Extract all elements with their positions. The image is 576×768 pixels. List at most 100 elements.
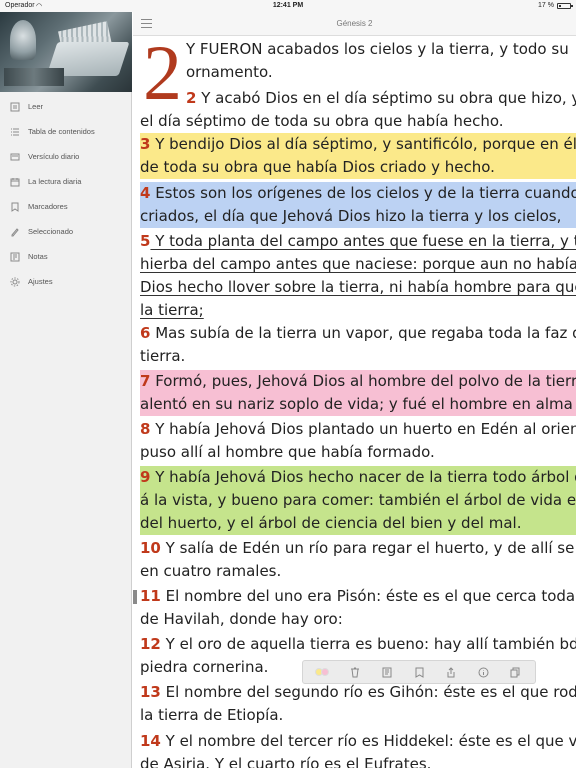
copy-icon[interactable] bbox=[504, 663, 526, 681]
cover-image bbox=[0, 12, 132, 92]
verse-10[interactable]: 10 Y salía de Edén un río para regar el … bbox=[140, 537, 576, 583]
verse-line: Y salía de Edén un río para regar el hue… bbox=[165, 539, 576, 557]
bookmark-icon bbox=[9, 201, 21, 213]
verse-number: 9 bbox=[140, 468, 151, 486]
verse-line: criados, el día que Jehová Dios hizo la … bbox=[140, 205, 576, 228]
verse-line: Formó, pues, Jehová Dios al hombre del p… bbox=[150, 372, 576, 390]
verse-7[interactable]: 7 Formó, pues, Jehová Dios al hombre del… bbox=[140, 370, 576, 416]
verse-line: Y el nombre del tercer río es Hiddekel: … bbox=[165, 732, 576, 750]
trash-icon[interactable] bbox=[344, 663, 366, 681]
verse-number: 8 bbox=[140, 420, 151, 438]
verse-line: la tierra de Etiopía. bbox=[140, 706, 284, 724]
reader-pane[interactable]: 2 Y FUERON acabados los cielos y la tier… bbox=[133, 36, 576, 768]
page-title: Génesis 2 bbox=[336, 19, 373, 28]
sidebar: Leer Tabla de contenidos Versículo diari… bbox=[0, 12, 132, 768]
verse-line: Y acabó Dios en el día séptimo su obra q… bbox=[201, 89, 576, 107]
verse-line: puso allí al hombre que había formado. bbox=[140, 443, 435, 461]
share-icon[interactable] bbox=[440, 663, 462, 681]
sidebar-item-label: La lectura diaria bbox=[28, 177, 82, 186]
sidebar-item-label: Seleccionado bbox=[28, 227, 74, 236]
sidebar-item-label: Versículo diario bbox=[28, 152, 80, 161]
notes-icon bbox=[9, 251, 21, 263]
verse-14[interactable]: 14 Y el nombre del tercer río es Hiddeke… bbox=[140, 730, 576, 768]
sidebar-item-label: Tabla de contenidos bbox=[28, 127, 95, 136]
verse-number: 4 bbox=[140, 184, 151, 202]
status-bar: Operador ◠ 12:41 PM 17 % bbox=[0, 0, 576, 12]
verse-1[interactable]: Y FUERON acabados los cielos y la tierra… bbox=[186, 38, 569, 84]
verse-line: el día séptimo de toda su obra que había… bbox=[140, 112, 504, 130]
list-icon bbox=[9, 126, 21, 138]
verse-line: del huerto, y el árbol de ciencia del bi… bbox=[140, 512, 576, 535]
verse-line: Y bendijo Dios al día séptimo, y santifi… bbox=[155, 135, 576, 153]
verse-number: 12 bbox=[140, 635, 161, 653]
verse-number: 10 bbox=[140, 539, 161, 557]
verse-number: 5 bbox=[140, 232, 151, 250]
sidebar-item-label: Notas bbox=[28, 252, 48, 261]
verse-line: tierra. bbox=[140, 347, 186, 365]
sidebar-item-notas[interactable]: Notas bbox=[0, 244, 131, 269]
sidebar-item-seleccionado[interactable]: Seleccionado bbox=[0, 219, 131, 244]
verse-line: El nombre del uno era Pisón: éste es el … bbox=[165, 587, 576, 605]
verse-line: Mas subía de la tierra un vapor, que reg… bbox=[150, 324, 576, 342]
sidebar-item-marcadores[interactable]: Marcadores bbox=[0, 194, 131, 219]
verse-number: 3 bbox=[140, 135, 151, 153]
verse-line: á la vista, y bueno para comer: también … bbox=[140, 489, 576, 512]
verse-line: alentó en su nariz soplo de vida; y fué … bbox=[140, 393, 576, 416]
verse-line: en cuatro ramales. bbox=[140, 562, 282, 580]
verse-line: Y toda planta del campo antes que fuese … bbox=[150, 232, 576, 250]
verse-number: 14 bbox=[140, 732, 161, 750]
verse-13[interactable]: 13 El nombre del segundo río es Gihón: é… bbox=[140, 681, 576, 727]
verse-8[interactable]: 8 Y había Jehová Dios plantado un huerto… bbox=[140, 418, 576, 464]
note-icon[interactable] bbox=[376, 663, 398, 681]
chapter-number: 2 bbox=[143, 36, 182, 116]
verse-line: de Asiria. Y el cuarto río es el Eufrate… bbox=[140, 755, 432, 768]
verse-number: 11 bbox=[140, 587, 161, 605]
verse-line: hierba del campo antes que naciese: porq… bbox=[140, 255, 576, 273]
verse-3[interactable]: 3 Y bendijo Dios al día séptimo, y santi… bbox=[140, 133, 576, 179]
verse-line: ornamento. bbox=[186, 63, 273, 81]
sidebar-item-label: Leer bbox=[28, 102, 44, 111]
sidebar-item-lectura[interactable]: La lectura diaria bbox=[0, 169, 131, 194]
verse-9[interactable]: 9 Y había Jehová Dios hecho nacer de la … bbox=[140, 466, 576, 535]
verse-line: de Havilah, donde hay oro: bbox=[140, 610, 343, 628]
clock: 12:41 PM bbox=[272, 2, 304, 9]
verse-5[interactable]: 5 Y toda planta del campo antes que fues… bbox=[140, 230, 576, 322]
verse-number: 2 bbox=[186, 89, 197, 107]
verse-number: 13 bbox=[140, 683, 161, 701]
top-bar: Génesis 2 bbox=[133, 12, 576, 36]
selection-toolbar bbox=[302, 660, 536, 684]
verse-line: Estos son los orígenes de los cielos y d… bbox=[155, 184, 576, 202]
sidebar-item-versiculo[interactable]: Versículo diario bbox=[0, 144, 131, 169]
sidebar-item-label: Marcadores bbox=[28, 202, 68, 211]
daily-verse-icon bbox=[9, 151, 21, 163]
verse-6[interactable]: 6 Mas subía de la tierra un vapor, que r… bbox=[140, 322, 576, 368]
verse-line: Y FUERON acabados los cielos y la tierra… bbox=[186, 40, 569, 58]
verse-number: 7 bbox=[140, 372, 151, 390]
sidebar-item-label: Ajustes bbox=[28, 277, 53, 286]
calendar-icon bbox=[9, 176, 21, 188]
sidebar-item-leer[interactable]: Leer bbox=[0, 94, 131, 119]
sidebar-item-ajustes[interactable]: Ajustes bbox=[0, 269, 131, 294]
verse-line: Y había Jehová Dios hecho nacer de la ti… bbox=[155, 468, 576, 486]
verse-line: Y había Jehová Dios plantado un huerto e… bbox=[150, 420, 576, 438]
highlighter-icon bbox=[9, 226, 21, 238]
color-picker-icon[interactable] bbox=[312, 663, 334, 681]
verse-line: Dios hecho llover sobre la tierra, ni ha… bbox=[140, 278, 576, 296]
verse-number: 6 bbox=[140, 324, 151, 342]
sidebar-menu: Leer Tabla de contenidos Versículo diari… bbox=[0, 92, 131, 294]
bookmark-icon[interactable] bbox=[408, 663, 430, 681]
read-icon bbox=[9, 101, 21, 113]
gear-icon bbox=[9, 276, 21, 288]
verse-line: Y el oro de aquella tierra es bueno: hay… bbox=[160, 635, 576, 653]
verse-2-cont[interactable]: el día séptimo de toda su obra que había… bbox=[140, 110, 504, 133]
verse-4[interactable]: 4 Estos son los orígenes de los cielos y… bbox=[140, 182, 576, 228]
selection-handle[interactable] bbox=[133, 590, 137, 604]
battery-icon bbox=[557, 3, 573, 9]
verse-line: El nombre del segundo río es Gihón: éste… bbox=[165, 683, 576, 701]
battery-percent: 17 % bbox=[538, 2, 554, 9]
verse-2[interactable]: 2 Y acabó Dios en el día séptimo su obra… bbox=[186, 87, 576, 110]
info-icon[interactable] bbox=[472, 663, 494, 681]
verse-line: de toda su obra que había Dios criado y … bbox=[140, 156, 576, 179]
verse-11[interactable]: 11 El nombre del uno era Pisón: éste es … bbox=[140, 585, 576, 631]
sidebar-item-tabla[interactable]: Tabla de contenidos bbox=[0, 119, 131, 144]
